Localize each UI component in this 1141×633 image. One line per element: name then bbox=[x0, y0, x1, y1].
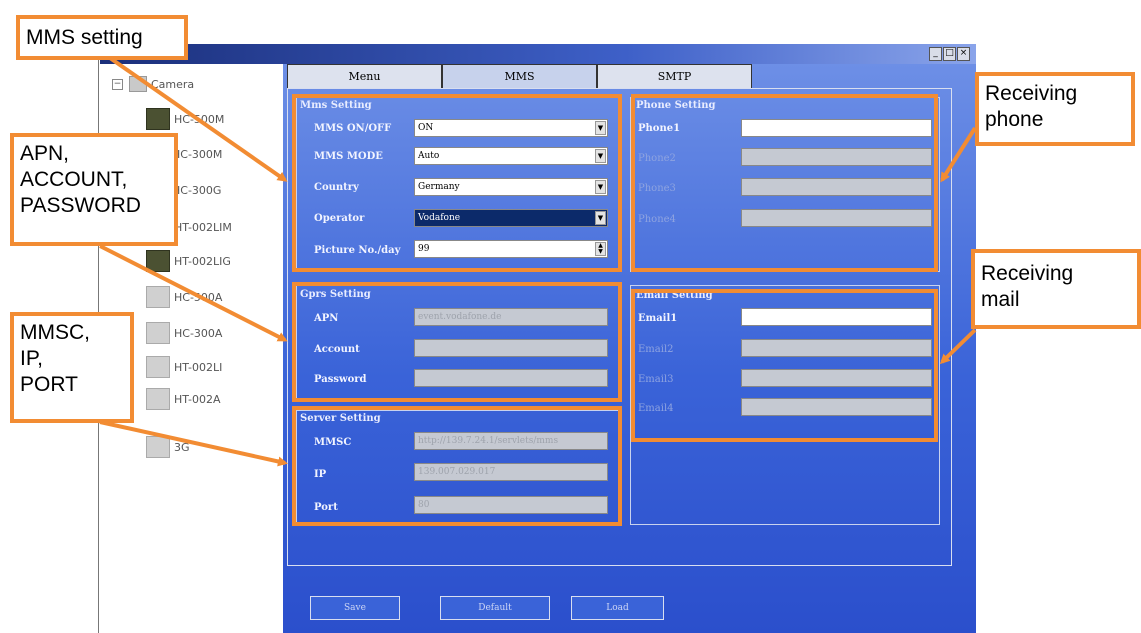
callout-line: mail bbox=[981, 288, 1020, 311]
callout-text: MMS setting bbox=[26, 26, 143, 49]
callout-line: IP, bbox=[20, 347, 43, 370]
callout-line: ACCOUNT, bbox=[20, 168, 128, 191]
callout-mms-setting: MMS setting bbox=[16, 15, 188, 60]
callout-line: APN, bbox=[20, 142, 70, 165]
callout-apn-account-password: APN, ACCOUNT, PASSWORD bbox=[10, 133, 178, 246]
callout-mmsc-ip-port: MMSC, IP, PORT bbox=[10, 312, 134, 423]
callout-receiving-mail: Receiving mail bbox=[971, 249, 1141, 329]
callout-line: Receiving bbox=[985, 82, 1078, 105]
callout-line: PORT bbox=[20, 373, 78, 396]
annotation-arrows bbox=[99, 56, 977, 467]
arrow-receiving-phone bbox=[940, 126, 977, 183]
callout-line: Receiving bbox=[981, 262, 1074, 285]
callout-receiving-phone: Receiving phone bbox=[975, 72, 1135, 146]
arrow-mmsc bbox=[99, 420, 288, 467]
callout-line: MMSC, bbox=[20, 321, 90, 344]
arrow-receiving-mail bbox=[939, 328, 977, 365]
callout-line: phone bbox=[985, 108, 1044, 131]
callout-line: PASSWORD bbox=[20, 194, 141, 217]
